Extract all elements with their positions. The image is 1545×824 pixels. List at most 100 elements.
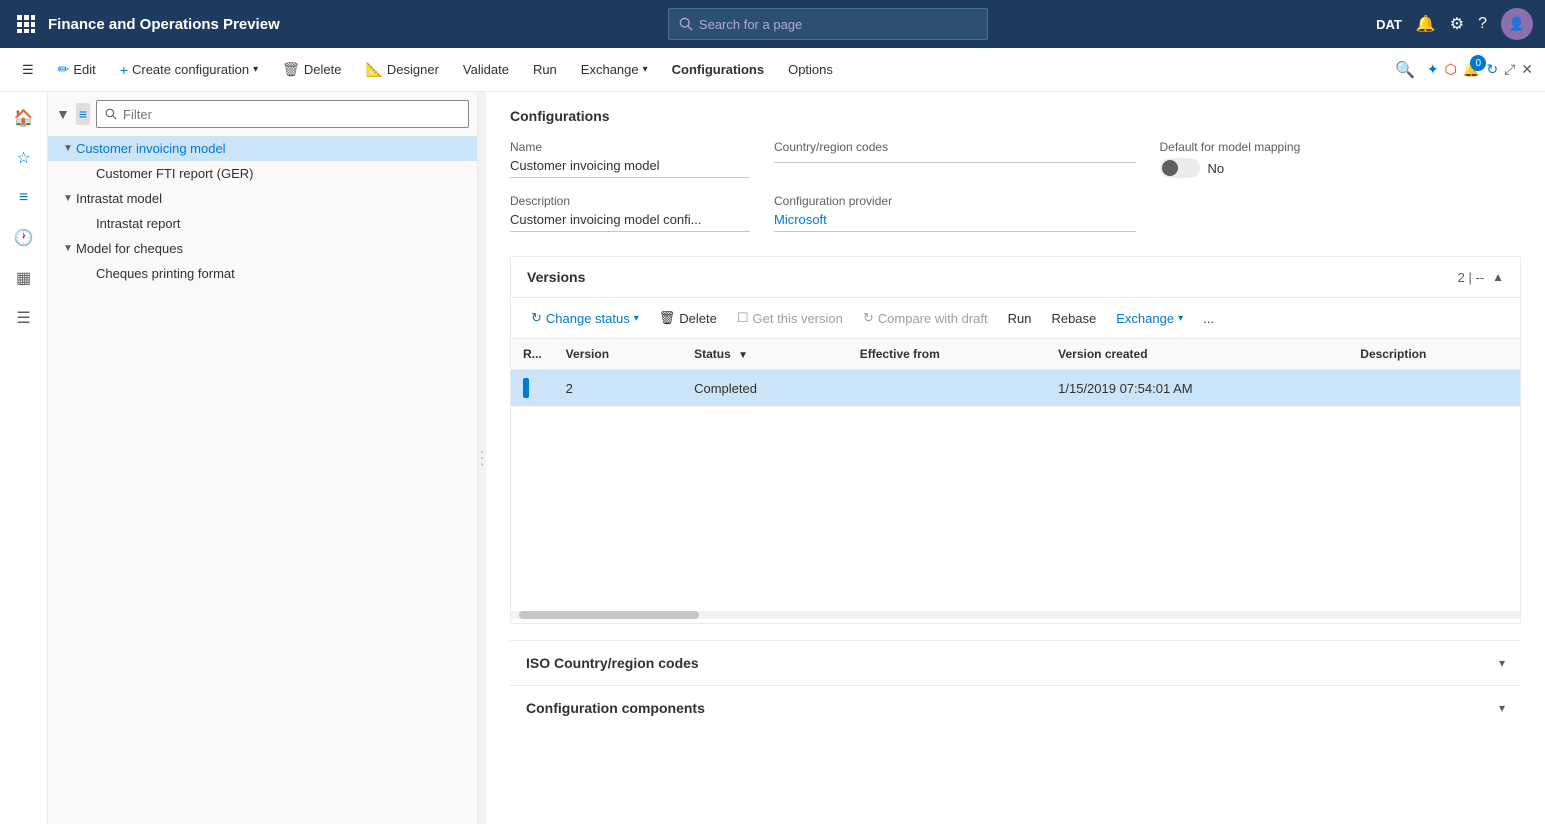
config-components-section[interactable]: Configuration components ▾ [510, 685, 1521, 730]
panel-resizer[interactable]: ⋮ [478, 92, 486, 824]
create-config-button[interactable]: + Create configuration ▾ [110, 54, 268, 86]
notification-badge: 🔔 0 [1463, 61, 1480, 78]
tree-item-cheques-printing[interactable]: Cheques printing format [48, 261, 477, 286]
command-bar: ☰ ✏ Edit + Create configuration ▾ 🗑 Dele… [0, 48, 1545, 92]
table-row[interactable]: 2 Completed 1/15/2019 07:54:01 AM [511, 370, 1520, 407]
effective-from-cell [848, 370, 1046, 407]
tree-item-intrastat-model[interactable]: ▼ Intrastat model [48, 186, 477, 211]
iso-chevron-icon: ▾ [1499, 656, 1505, 670]
tree-label: Customer invoicing model [76, 141, 469, 156]
version-cell: 2 [554, 370, 682, 407]
designer-button[interactable]: 📐 Designer [355, 54, 448, 86]
scrollbar-thumb[interactable] [519, 611, 699, 619]
versions-table: R... Version Status ▼ Effective from Ver… [511, 339, 1520, 407]
delete-button[interactable]: 🗑 Delete [272, 54, 351, 86]
personalize-icon[interactable]: ✦ [1427, 61, 1439, 78]
versions-exchange-button[interactable]: Exchange ▾ [1108, 307, 1191, 330]
table-empty-area [511, 407, 1520, 607]
edit-button[interactable]: ✏ Edit [48, 54, 106, 86]
iso-section[interactable]: ISO Country/region codes ▾ [510, 640, 1521, 685]
name-field: Name Customer invoicing model [510, 140, 750, 178]
notification-icon[interactable]: 🔔 [1416, 14, 1436, 34]
refresh-icon[interactable]: ↻ [1486, 61, 1498, 78]
versions-count: 2 | -- [1458, 270, 1485, 285]
provider-value[interactable]: Microsoft [774, 212, 1136, 232]
tree-label: Cheques printing format [96, 266, 469, 281]
versions-run-button[interactable]: Run [1000, 307, 1040, 330]
close-icon[interactable]: ✕ [1521, 61, 1533, 78]
compare-with-draft-button[interactable]: ↻ Compare with draft [855, 306, 996, 330]
office-icon[interactable]: ⬡ [1445, 61, 1457, 78]
horizontal-scrollbar[interactable] [511, 611, 1520, 619]
tree-label: Customer FTI report (GER) [96, 166, 469, 181]
tree-item-model-cheques[interactable]: ▼ Model for cheques [48, 236, 477, 261]
description-label: Description [510, 194, 750, 208]
name-label: Name [510, 140, 750, 154]
exchange-chevron-icon: ▾ [1178, 313, 1183, 324]
lines-icon[interactable]: ≡ [76, 103, 90, 125]
delete-icon: 🗑 [659, 310, 676, 326]
cmdbar-search-icon[interactable]: 🔍 [1395, 60, 1415, 80]
avatar[interactable]: 👤 [1501, 8, 1533, 40]
more-button[interactable]: ... [1195, 307, 1222, 330]
waffle-menu[interactable] [12, 10, 40, 38]
provider-label: Configuration provider [774, 194, 1136, 208]
content-area: Configurations Name Customer invoicing m… [486, 92, 1545, 824]
config-components-title: Configuration components [526, 700, 1499, 716]
tree-label: Intrastat report [96, 216, 469, 231]
change-status-button[interactable]: ↻ Change status ▾ [523, 306, 647, 330]
filter-icon[interactable]: ▼ [738, 350, 748, 361]
col-description: Description [1348, 339, 1520, 370]
configurations-button[interactable]: Configurations [662, 54, 774, 86]
settings-icon[interactable]: ⚙ [1450, 14, 1464, 34]
filter-icon[interactable]: ▼ [56, 106, 70, 122]
nav-home-icon[interactable]: 🏠 [6, 100, 42, 136]
validate-button[interactable]: Validate [453, 54, 519, 86]
nav-clock-icon[interactable]: 🕐 [6, 220, 42, 256]
global-search[interactable] [668, 8, 988, 40]
nav-active-icon[interactable]: ≡ [6, 180, 42, 216]
default-label: Default for model mapping [1160, 140, 1522, 154]
plus-icon: + [120, 62, 128, 78]
tree-item-customer-invoicing-model[interactable]: ▼ Customer invoicing model [48, 136, 477, 161]
options-button[interactable]: Options [778, 54, 843, 86]
country-value [774, 158, 1136, 163]
versions-section: Versions 2 | -- ▲ ↻ Change status ▾ 🗑 De… [510, 256, 1521, 624]
get-this-version-button[interactable]: ☐ Get this version [729, 306, 851, 330]
country-label: Country/region codes [774, 140, 1136, 154]
exchange-button[interactable]: Exchange ▾ [571, 54, 658, 86]
col-version-created: Version created [1046, 339, 1348, 370]
row-indicator [523, 378, 529, 398]
tree-item-intrastat-report[interactable]: Intrastat report [48, 211, 477, 236]
config-components-chevron-icon: ▾ [1499, 701, 1505, 715]
topbar-icons: DAT 🔔 ⚙ ? 👤 [1376, 8, 1533, 40]
hamburger-button[interactable]: ☰ [12, 54, 44, 86]
filter-input[interactable] [123, 107, 460, 122]
nav-star-icon[interactable]: ☆ [6, 140, 42, 176]
sidebar-filter[interactable] [96, 100, 469, 128]
sidebar-toolbar: ▼ ≡ [48, 92, 477, 132]
versions-delete-button[interactable]: 🗑 Delete [651, 306, 725, 330]
refresh-icon: ↻ [531, 310, 542, 326]
description-value: Customer invoicing model confi... [510, 212, 750, 232]
default-toggle[interactable] [1160, 158, 1200, 178]
nav-table-icon[interactable]: ▦ [6, 260, 42, 296]
description-field: Description Customer invoicing model con… [510, 194, 750, 232]
tree-item-customer-fti[interactable]: Customer FTI report (GER) [48, 161, 477, 186]
col-status: Status ▼ [682, 339, 848, 370]
topbar: Finance and Operations Preview DAT 🔔 ⚙ ?… [0, 0, 1545, 48]
help-icon[interactable]: ? [1478, 15, 1487, 33]
nav-list-icon[interactable]: ☰ [6, 300, 42, 336]
rebase-button[interactable]: Rebase [1043, 307, 1104, 330]
provider-field: Configuration provider Microsoft [774, 194, 1136, 232]
page-title: Configurations [510, 108, 1521, 124]
main-layout: 🏠 ☆ ≡ 🕐 ▦ ☰ ▼ ≡ ▼ Customer invoicing mod… [0, 92, 1545, 824]
search-input[interactable] [699, 17, 977, 32]
run-button[interactable]: Run [523, 54, 567, 86]
get-version-icon: ☐ [737, 310, 749, 326]
col-version: Version [554, 339, 682, 370]
versions-header[interactable]: Versions 2 | -- ▲ [511, 257, 1520, 298]
expand-arrow-icon: ▼ [60, 243, 76, 254]
expand-icon[interactable]: ⤢ [1504, 61, 1515, 78]
tree-label: Intrastat model [76, 191, 469, 206]
